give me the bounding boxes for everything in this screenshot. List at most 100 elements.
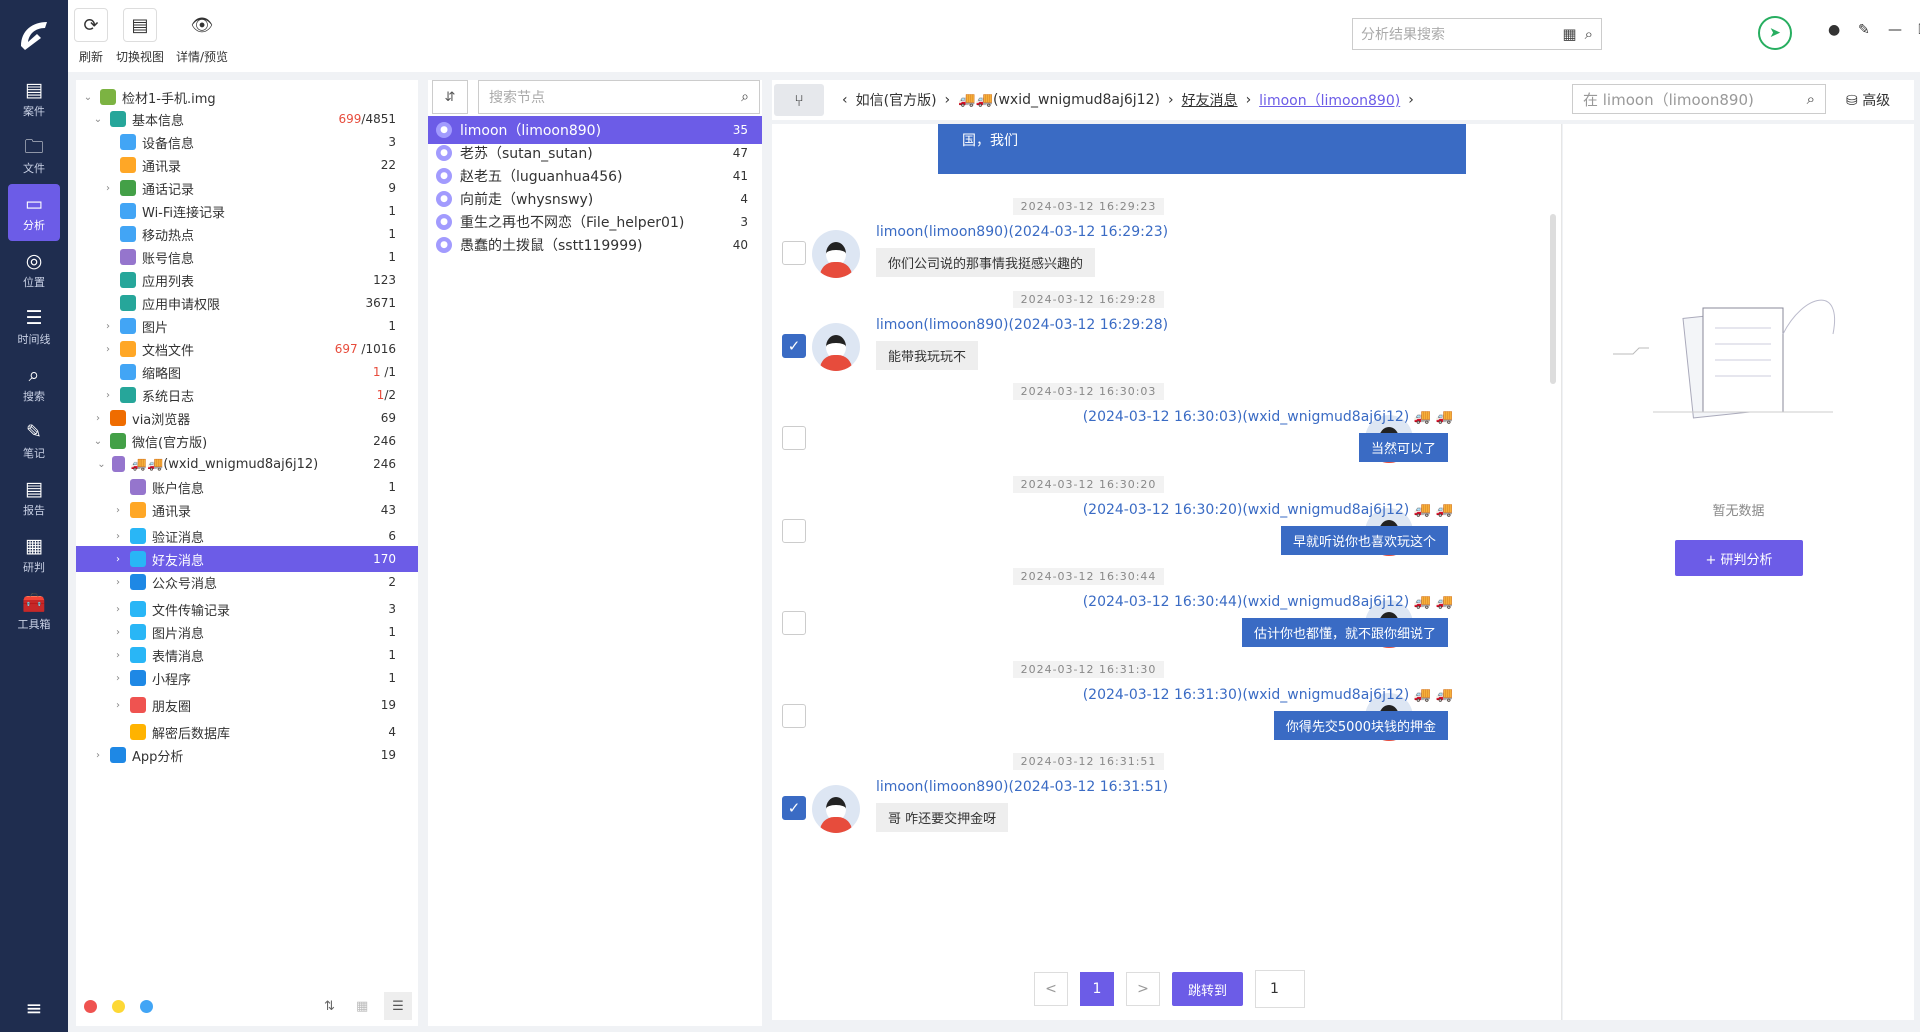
- user-icon[interactable]: ●: [1828, 22, 1840, 38]
- chevron-down-icon[interactable]: ⌄: [97, 459, 107, 470]
- crumb-contact[interactable]: limoon（limoon890): [1259, 90, 1400, 110]
- chevron-right-icon[interactable]: ›: [112, 604, 124, 615]
- switch-view-button[interactable]: ▤ 切换视图: [116, 8, 164, 65]
- list-view-icon[interactable]: ☰: [384, 992, 412, 1020]
- tree-label: 设备信息: [142, 136, 195, 152]
- chevron-right-icon[interactable]: ›: [112, 554, 124, 565]
- contact-count: 35: [732, 123, 748, 137]
- chevron-right-icon[interactable]: ›: [112, 627, 124, 638]
- chevron-right-icon[interactable]: ›: [102, 321, 114, 332]
- nav-item-6[interactable]: ⌕ 搜索: [8, 355, 60, 412]
- analysis-icon: ▭: [25, 192, 43, 215]
- nav-item-label: 分析: [23, 218, 45, 232]
- chevron-right-icon[interactable]: ›: [112, 531, 124, 542]
- back-icon[interactable]: ‹: [842, 92, 848, 108]
- chevron-down-icon[interactable]: ⌄: [92, 436, 104, 447]
- chevron-right-icon[interactable]: ›: [102, 183, 114, 194]
- app-logo: [0, 0, 68, 70]
- send-icon[interactable]: ➤: [1758, 16, 1792, 50]
- tree-count: 3: [298, 135, 418, 149]
- crumb-friend-messages[interactable]: 好友消息: [1182, 90, 1238, 110]
- chevron-right-icon[interactable]: ›: [112, 700, 124, 711]
- tree-row[interactable]: › 朋友圈 19: [76, 692, 418, 718]
- message-checkbox[interactable]: [782, 611, 806, 635]
- message-checkbox[interactable]: [782, 703, 806, 728]
- chevron-right-icon[interactable]: ›: [92, 413, 104, 424]
- nav-item-label: 工具箱: [17, 617, 51, 631]
- node-icon: [120, 134, 136, 150]
- node-search-input[interactable]: 搜索节点 ⌕: [478, 80, 760, 114]
- chevron-down-icon[interactable]: ⌄: [82, 92, 94, 103]
- pin-icon[interactable]: ✎: [1858, 22, 1870, 38]
- tree-label: 文档文件: [142, 343, 195, 359]
- tree-row[interactable]: › 公众号消息 2: [76, 569, 418, 595]
- chevron-right-icon[interactable]: ›: [112, 650, 124, 661]
- nav-item-3[interactable]: ▭ 分析: [8, 184, 60, 241]
- judge-analysis-button[interactable]: + 研判分析: [1675, 540, 1803, 576]
- message-checkbox[interactable]: ✓: [782, 333, 806, 358]
- nav-item-9[interactable]: ▦ 研判: [8, 526, 60, 583]
- page-1-button[interactable]: 1: [1080, 972, 1114, 1006]
- eye-icon: 👁: [185, 8, 220, 42]
- message-timestamp: 2024-03-12 16:30:44: [772, 568, 1405, 585]
- tree-label: 应用列表: [142, 274, 195, 290]
- node-icon: [120, 341, 136, 357]
- nav-item-1[interactable]: ▤ 案件: [8, 70, 60, 127]
- calendar-icon[interactable]: ▦: [1562, 25, 1576, 43]
- jump-button[interactable]: 跳转到: [1172, 972, 1244, 1006]
- node-icon: [110, 747, 126, 763]
- tree-count-total: 9: [388, 181, 396, 195]
- nav-item-2[interactable]: 🗀 文件: [8, 127, 60, 184]
- refresh-button[interactable]: ⟳ 刷新: [74, 8, 108, 65]
- message-checkbox[interactable]: [782, 518, 806, 543]
- grid-view-icon[interactable]: ▦: [356, 999, 368, 1014]
- page-input[interactable]: 1: [1255, 970, 1306, 1008]
- crumb-account[interactable]: 🚚🚚(wxid_wnigmud8aj6j12): [958, 92, 1160, 108]
- list-item[interactable]: ● 愚蠢的土拨鼠（sstt119999) 40: [428, 231, 762, 259]
- chevron-right-icon[interactable]: ›: [102, 390, 114, 401]
- search-icon[interactable]: ⌕: [741, 89, 749, 105]
- red-dot-icon[interactable]: [84, 999, 97, 1013]
- sort-icon[interactable]: ⇵: [432, 80, 468, 114]
- global-search-input[interactable]: 分析结果搜索 ▦ ⌕: [1352, 18, 1602, 50]
- collapse-icon[interactable]: ⇅: [324, 999, 335, 1014]
- message-checkbox[interactable]: ✓: [782, 796, 806, 820]
- tree-row[interactable]: › 通讯录 43: [76, 497, 418, 523]
- chevron-right-icon[interactable]: ›: [112, 505, 124, 516]
- chevron-down-icon[interactable]: ⌄: [92, 114, 104, 125]
- advanced-search-button[interactable]: ⛁ 高级: [1846, 90, 1890, 110]
- tree-row[interactable]: › App分析 19: [76, 742, 418, 768]
- nav-item-7[interactable]: ✎ 笔记: [8, 412, 60, 469]
- menu-icon[interactable]: ≡: [0, 996, 68, 1020]
- message-checkbox[interactable]: [782, 426, 806, 450]
- chat-search-input[interactable]: 在 limoon（limoon890) ⌕: [1572, 84, 1826, 114]
- search-icon[interactable]: ⌕: [1585, 25, 1593, 43]
- message-checkbox[interactable]: [782, 241, 806, 265]
- nav-item-8[interactable]: ▤ 报告: [8, 469, 60, 526]
- chevron-right-icon[interactable]: ›: [102, 344, 114, 355]
- tree-count-total: 1: [388, 204, 396, 218]
- prev-page-button[interactable]: <: [1034, 972, 1068, 1006]
- chevron-right-icon[interactable]: ›: [112, 673, 124, 684]
- detail-preview-label: 详情/预览: [176, 50, 229, 64]
- chevron-right-icon[interactable]: ›: [112, 577, 124, 588]
- chevron-right-icon[interactable]: ›: [92, 750, 104, 761]
- crumb-wechat[interactable]: 如信(官方版): [856, 90, 937, 110]
- switch-view-label: 切换视图: [116, 50, 165, 64]
- detail-preview-button[interactable]: 👁 详情/预览: [176, 8, 228, 65]
- blue-dot-icon[interactable]: [140, 999, 153, 1013]
- minimize-icon[interactable]: —: [1888, 22, 1902, 38]
- search-icon[interactable]: ⌕: [1807, 90, 1815, 108]
- judge-icon: ▦: [25, 534, 43, 557]
- tree-row[interactable]: › 小程序 1: [76, 665, 418, 691]
- nav-item-10[interactable]: 🧰 工具箱: [8, 583, 60, 640]
- next-page-button[interactable]: >: [1126, 972, 1160, 1006]
- nav-item-4[interactable]: ◎ 位置: [8, 241, 60, 298]
- tree-count-total: /1: [380, 365, 396, 379]
- yellow-dot-icon[interactable]: [112, 999, 125, 1013]
- node-icon: [110, 111, 126, 127]
- nav-item-5[interactable]: ☰ 时间线: [8, 298, 60, 355]
- branch-icon[interactable]: ⑂: [774, 84, 824, 116]
- scrollbar[interactable]: [1550, 214, 1556, 384]
- forward-icon[interactable]: ›: [1408, 92, 1414, 108]
